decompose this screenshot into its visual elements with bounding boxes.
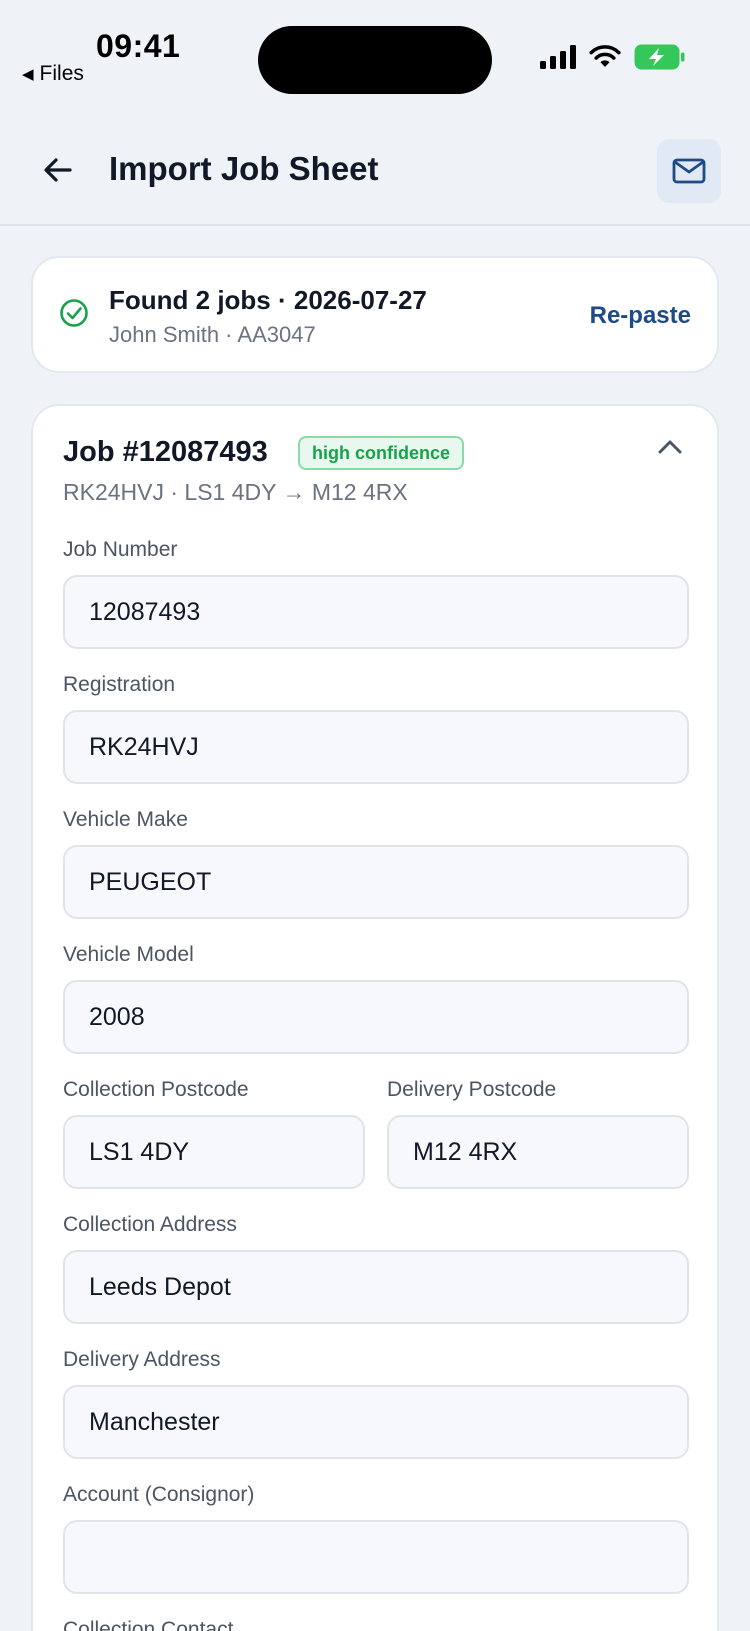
account-consignor-input[interactable]	[63, 1520, 689, 1594]
registration-input[interactable]: RK24HVJ	[63, 710, 689, 784]
back-button[interactable]	[38, 150, 78, 190]
vehicle-model-label: Vehicle Model	[63, 943, 194, 966]
signal-icon	[540, 45, 576, 69]
back-to-app-link[interactable]: ◀ Files	[22, 62, 84, 86]
job-number-label: Job Number	[63, 538, 178, 561]
confidence-badge: high confidence	[298, 436, 465, 470]
arrow-left-icon	[44, 158, 72, 182]
delivery-address-input[interactable]: Manchester	[63, 1385, 689, 1459]
check-circle-icon	[60, 299, 88, 327]
collection-address-label: Collection Address	[63, 1213, 237, 1236]
collection-postcode-label: Collection Postcode	[63, 1078, 249, 1101]
job-title: Job #12087493	[63, 436, 268, 468]
delivery-postcode-input[interactable]: M12 4RX	[387, 1115, 689, 1189]
battery-charging-icon	[634, 44, 685, 70]
vehicle-model-input[interactable]: 2008	[63, 980, 689, 1054]
registration-label: Registration	[63, 673, 176, 696]
import-summary-card: Found 2 jobs · 2026-07-27 John Smith · A…	[31, 256, 719, 373]
summary-subtitle: John Smith · AA3047	[109, 322, 316, 347]
collection-contact-label: Collection Contact	[63, 1618, 234, 1631]
page-title: Import Job Sheet	[109, 150, 379, 187]
status-bar: 09:41 ◀ Files	[0, 0, 750, 110]
job-number-input[interactable]: 12087493	[63, 575, 689, 649]
job-subtitle: RK24HVJ · LS1 4DY → M12 4RX	[63, 479, 408, 505]
status-time: 09:41	[96, 28, 181, 64]
mail-icon	[672, 158, 706, 184]
dynamic-island	[258, 26, 492, 94]
vehicle-make-label: Vehicle Make	[63, 808, 188, 831]
collection-address-input[interactable]: Leeds Depot	[63, 1250, 689, 1324]
wifi-icon	[589, 45, 621, 67]
delivery-address-label: Delivery Address	[63, 1348, 221, 1371]
delivery-postcode-label: Delivery Postcode	[387, 1078, 557, 1101]
repaste-button[interactable]: Re-paste	[590, 302, 691, 330]
account-consignor-label: Account (Consignor)	[63, 1483, 255, 1506]
chevron-up-icon[interactable]	[657, 438, 683, 456]
job-card: Job #12087493 high confidence RK24HVJ · …	[31, 404, 719, 1631]
status-icons	[540, 44, 686, 70]
back-app-label: Files	[39, 62, 84, 85]
summary-title: Found 2 jobs · 2026-07-27	[109, 285, 427, 315]
app-header: Import Job Sheet	[0, 110, 750, 226]
triangle-left-icon: ◀	[22, 66, 34, 83]
mail-button[interactable]	[657, 139, 721, 203]
vehicle-make-input[interactable]: PEUGEOT	[63, 845, 689, 919]
collection-postcode-input[interactable]: LS1 4DY	[63, 1115, 365, 1189]
